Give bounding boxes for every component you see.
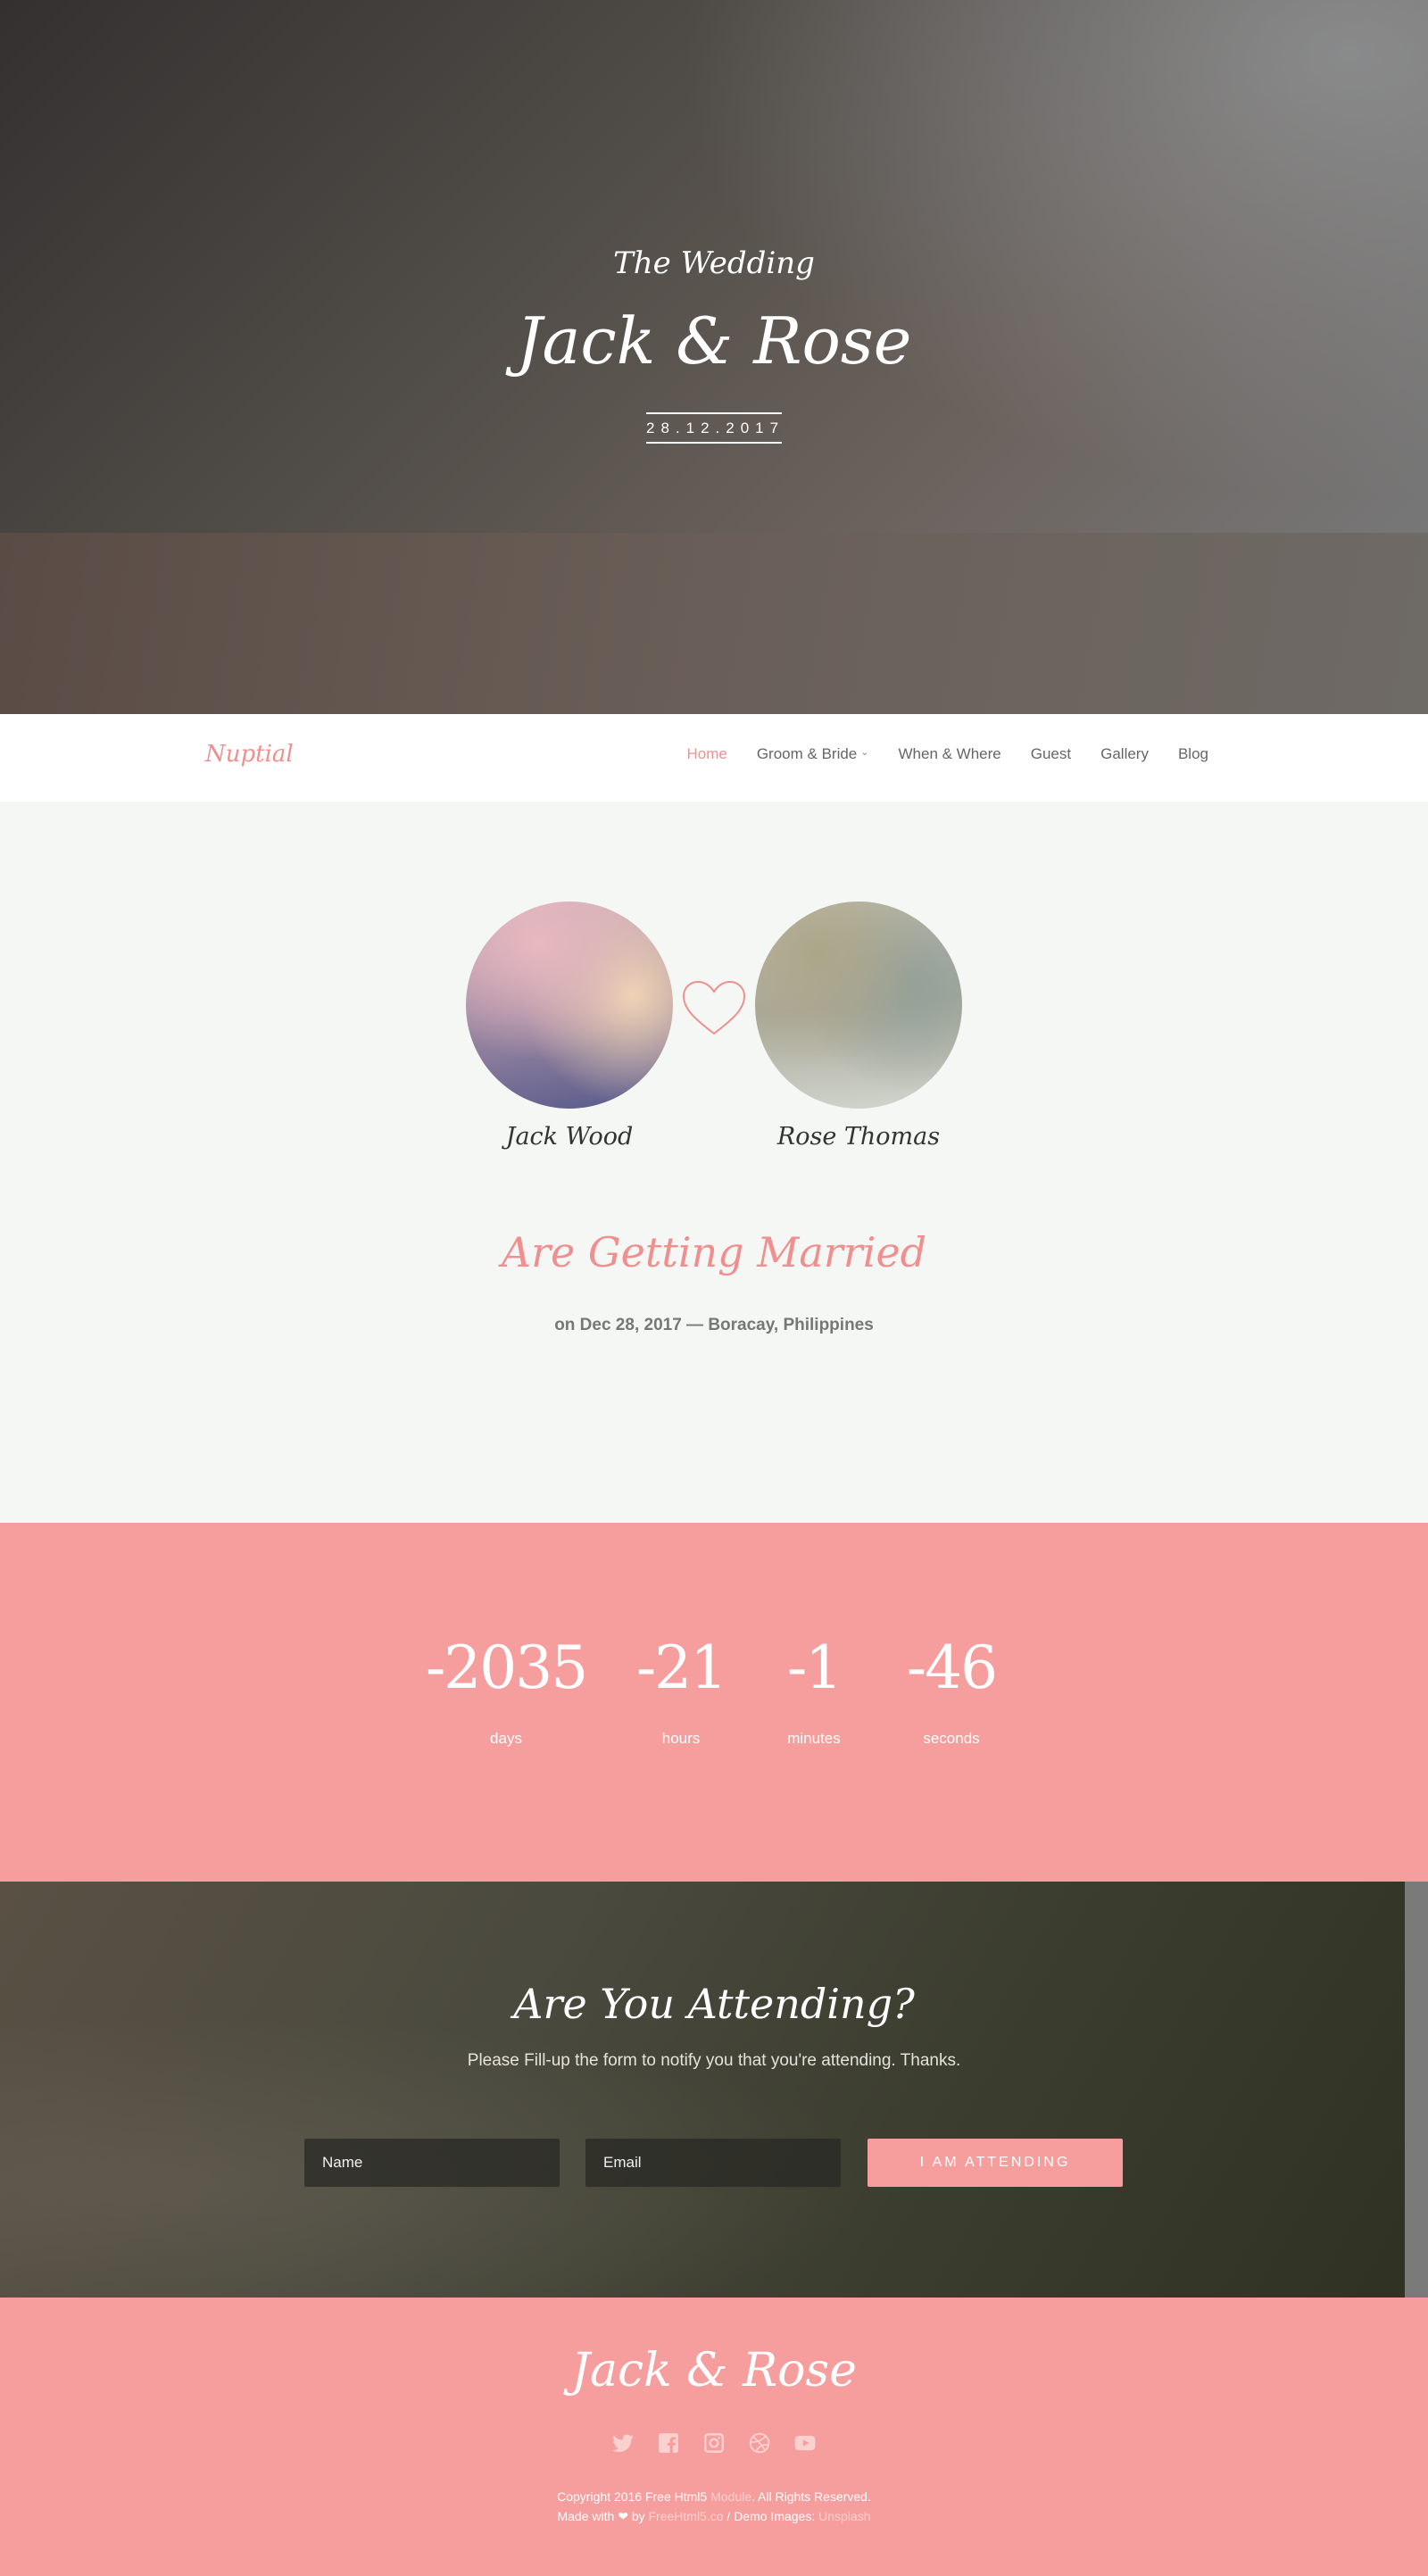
countdown-seconds-value: -46 [906, 1633, 998, 1702]
by-text: by [631, 2509, 645, 2523]
footer-title: Jack & Rose [571, 2344, 857, 2397]
wedding-details: on Dec 28, 2017 — Boracay, Philippines [554, 1316, 874, 1334]
countdown-days-label: days [490, 1730, 522, 1747]
copyright: Copyright 2016 Free Html5 Module. All Ri… [0, 2487, 1428, 2526]
facebook-icon[interactable] [657, 2431, 680, 2455]
attending-button[interactable]: I AM ATTENDING [868, 2139, 1123, 2187]
module-link[interactable]: Module [710, 2489, 751, 2504]
heart-icon [682, 980, 746, 1035]
twitter-icon[interactable] [611, 2431, 635, 2455]
groom-photo [466, 902, 673, 1109]
rsvp-subtitle: Please Fill-up the form to notify you th… [467, 2051, 961, 2070]
hero-lower-band [0, 533, 1428, 714]
hero-date: 28.12.2017 [646, 412, 782, 444]
scrollbar[interactable] [1405, 1882, 1428, 2298]
credits-line: Made with ❤ by FreeHtml5.co / Demo Image… [0, 2506, 1428, 2526]
copyright-suffix: . All Rights Reserved. [751, 2489, 871, 2504]
rsvp-title: Are You Attending? [513, 1980, 915, 2028]
countdown-section: -2035 days -21 hours -1 minutes -46 seco… [0, 1523, 1428, 1882]
social-links [611, 2431, 817, 2455]
heart-icon: ❤ [618, 2509, 628, 2523]
chevron-down-icon: ⌄ [860, 747, 869, 758]
getting-married-heading: Are Getting Married [501, 1228, 927, 1276]
site-logo[interactable]: Nuptial [205, 741, 294, 768]
instagram-icon[interactable] [702, 2431, 726, 2455]
rsvp-section: Are You Attending? Please Fill-up the fo… [0, 1882, 1428, 2298]
countdown-minutes: -1 minutes [734, 1639, 894, 1748]
nav-item-blog[interactable]: Blog [1178, 745, 1208, 763]
couple-section: Jack Wood Rose Thomas Are Getting Marrie… [0, 802, 1428, 1523]
countdown-minutes-value: -1 [786, 1633, 843, 1702]
name-input[interactable] [304, 2139, 560, 2187]
copyright-prefix: Copyright 2016 Free Html5 [557, 2489, 708, 2504]
nav-item-guest[interactable]: Guest [1031, 745, 1071, 763]
nav-item-gallery[interactable]: Gallery [1100, 745, 1149, 763]
countdown-seconds: -46 seconds [871, 1639, 1032, 1748]
email-input[interactable] [585, 2139, 841, 2187]
nav-item-when-where[interactable]: When & Where [898, 745, 1000, 763]
bride-photo [755, 902, 962, 1109]
countdown-seconds-label: seconds [923, 1730, 980, 1747]
groom-name: Jack Wood [505, 1123, 634, 1151]
made-with-text: Made with [557, 2509, 615, 2523]
main-navigation: Nuptial Home Groom & Bride ⌄ When & Where… [0, 714, 1428, 802]
nav-item-home[interactable]: Home [686, 745, 726, 763]
demo-images-text: / Demo Images: [726, 2509, 816, 2523]
dribbble-icon[interactable] [748, 2431, 771, 2455]
hero-title: Jack & Rose [516, 303, 912, 378]
nav-menu: Home Groom & Bride ⌄ When & Where Guest G… [657, 745, 1208, 763]
footer: Jack & Rose Copyright 2016 Free Html5 Mo… [0, 2298, 1428, 2576]
hero-section: The Wedding Jack & Rose 28.12.2017 [0, 0, 1428, 714]
nav-item-groom-bride-label: Groom & Bride [756, 745, 858, 762]
hero-pre-title: The Wedding [613, 245, 815, 281]
youtube-icon[interactable] [793, 2431, 817, 2455]
countdown-minutes-label: minutes [787, 1730, 841, 1747]
copyright-line: Copyright 2016 Free Html5 Module. All Ri… [0, 2487, 1428, 2506]
bride-name: Rose Thomas [776, 1123, 941, 1151]
countdown-days-value: -2035 [426, 1633, 588, 1702]
unsplash-link[interactable]: Unsplash [818, 2509, 870, 2523]
countdown-days: -2035 days [426, 1633, 588, 1748]
freehtml5-link[interactable]: FreeHtml5.co [649, 2509, 724, 2523]
nav-item-groom-bride[interactable]: Groom & Bride ⌄ [757, 745, 869, 763]
